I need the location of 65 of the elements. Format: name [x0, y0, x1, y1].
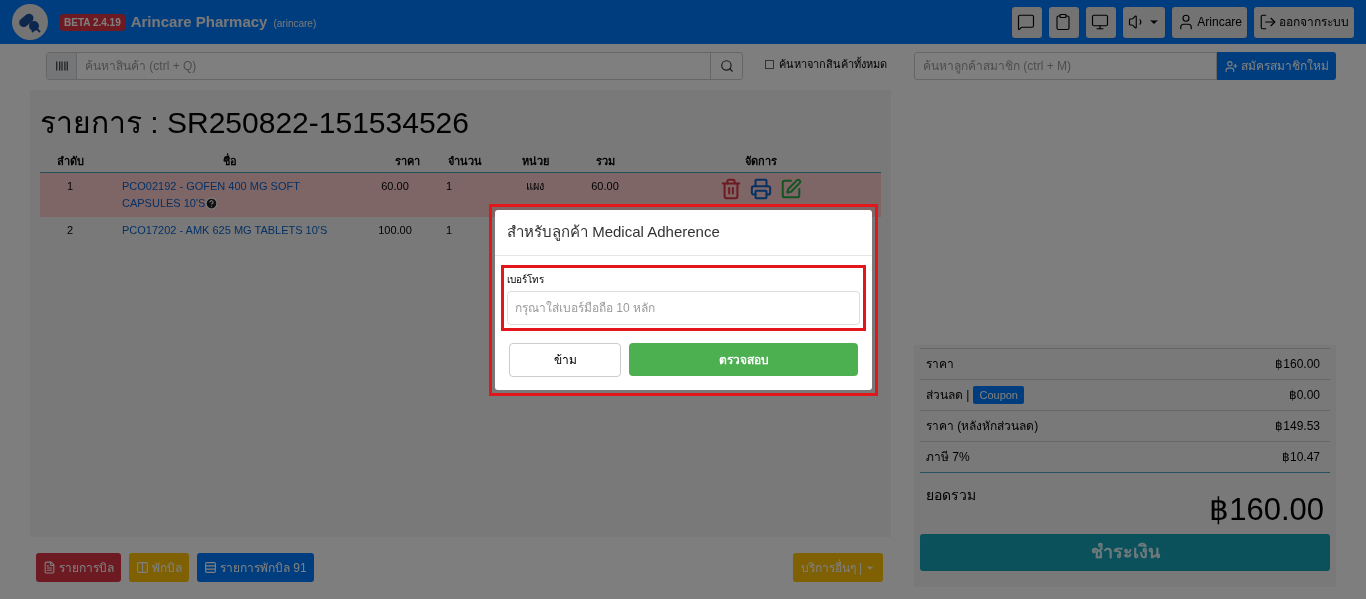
summary-value: ฿0.00 — [1288, 387, 1320, 404]
dialog-title: สำหรับลูกค้า Medical Adherence — [495, 210, 872, 256]
chat-icon — [1017, 13, 1036, 31]
logout-icon — [1259, 13, 1277, 31]
summary-label: ราคา (หลังหักส่วนลด) — [926, 418, 1039, 435]
column-header: จัดการ — [743, 154, 778, 169]
pay-button[interactable]: ชำระเงิน — [920, 534, 1330, 571]
phone-field[interactable]: กรุณาใส่เบอร์มือถือ 10 หลัก — [507, 291, 860, 325]
table-cell-text: 60.00 — [590, 178, 620, 194]
total-label: ยอดรวม — [926, 486, 976, 505]
summary-value: ฿160.00 — [1275, 356, 1320, 373]
total-amount: ฿160.00 — [1209, 491, 1324, 529]
summary-value: ฿149.53 — [1275, 418, 1320, 435]
icon-button[interactable] — [1086, 6, 1117, 38]
monitor-icon — [1091, 13, 1110, 31]
field-label: เบอร์โทร — [507, 273, 545, 287]
app-title: Arincare Pharmacy — [130, 11, 268, 32]
header-button[interactable]: Arincare — [1172, 6, 1247, 38]
column-header: ราคา — [394, 154, 421, 169]
product-link[interactable]: PCO17202 - AMK 625 MG TABLETS 10'S — [122, 221, 360, 239]
header-button[interactable]: ออกจากระบบ — [1254, 6, 1354, 38]
search-icon — [719, 59, 734, 73]
version-badge: BETA 2.4.19 — [60, 13, 125, 31]
column-header: จำนวน — [447, 154, 483, 169]
clipboard-icon — [1054, 13, 1073, 31]
icon-button[interactable] — [1049, 6, 1080, 38]
verify-button[interactable]: ตรวจสอบ — [629, 343, 858, 376]
barcode-icon — [54, 59, 69, 73]
printer-icon[interactable] — [749, 177, 772, 200]
table-cell-text: 2 — [65, 222, 75, 238]
summary-label: ราคา — [926, 356, 954, 373]
user-plus-icon — [1224, 59, 1238, 73]
icon-button[interactable] — [1012, 6, 1043, 38]
list-icon — [204, 561, 217, 574]
checkbox-label: ค้นหาจากสินค้าทั้งหมด — [779, 56, 887, 72]
table-cell-text: แผง — [525, 178, 545, 194]
column-header: รวม — [594, 154, 616, 169]
footer-button[interactable]: รายการบิล — [36, 553, 121, 582]
account-name: (arincare) — [273, 17, 317, 31]
column-header: ลำดับ — [55, 154, 85, 169]
checkbox[interactable] — [765, 59, 774, 69]
column-header: หน่วย — [520, 154, 550, 169]
table-cell-text: 1 — [445, 222, 454, 238]
icon-button[interactable] — [1123, 6, 1166, 38]
skip-button[interactable]: ข้าม — [509, 343, 621, 377]
footer-button[interactable]: รายการพักบิล 91 — [197, 553, 314, 582]
bill-title: รายการ : SR250822-151534526 — [40, 105, 470, 141]
table-cell-text: 100.00 — [377, 222, 413, 238]
document-icon — [43, 561, 56, 574]
footer-button[interactable]: พักบิล — [129, 553, 189, 582]
trash-icon[interactable] — [719, 177, 742, 200]
table-cell-text: 60.00 — [380, 178, 410, 194]
table-cell-text: 1 — [65, 178, 75, 194]
register-button[interactable]: สมัครสมาชิกใหม่ — [1217, 52, 1336, 80]
column-header: ชื่อ — [222, 153, 238, 169]
pause-icon — [136, 561, 149, 574]
logo-icon — [12, 4, 48, 40]
coupon-button[interactable]: Coupon — [973, 385, 1024, 405]
summary-label: ส่วนลด | — [926, 387, 970, 404]
summary-value: ฿10.47 — [1281, 449, 1320, 466]
edit-icon[interactable] — [779, 177, 802, 200]
more-services-button[interactable]: บริการอื่นๆ | — [792, 553, 883, 582]
product-link[interactable]: PCO02192 - GOFEN 400 MG SOFT CAPSULES 10'S — [122, 177, 360, 212]
summary-label: ภาษี 7% — [926, 449, 970, 466]
table-cell-text: 1 — [445, 178, 454, 194]
